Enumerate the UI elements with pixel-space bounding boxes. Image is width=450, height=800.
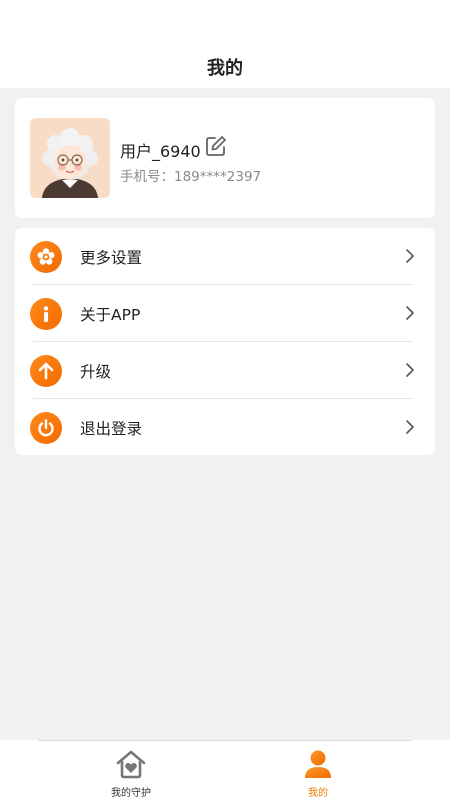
chevron-right-icon [406,420,414,434]
menu-item-about-app[interactable]: 关于APP [15,285,435,342]
info-icon [30,298,62,330]
tab-my-guard[interactable]: 我的守护 [71,746,191,800]
arrow-up-icon [30,355,62,387]
settings-flower-icon [30,241,62,273]
power-icon [30,412,62,444]
menu-item-upgrade[interactable]: 升级 [15,342,435,399]
tab-label: 我的守护 [111,788,151,799]
menu-item-label: 更多设置 [80,249,143,267]
menu-item-label: 关于APP [80,306,141,324]
divider [38,740,412,741]
page-title: 我的 [207,58,243,79]
username: 用户_6940 [120,142,201,161]
person-icon [305,750,331,778]
chevron-right-icon [406,249,414,263]
menu-item-more-settings[interactable]: 更多设置 [15,228,435,285]
top-header: 我的 [0,0,450,88]
menu-item-label: 退出登录 [80,420,143,438]
chevron-right-icon [406,306,414,320]
phone-number: 手机号：189****2397 [120,169,262,185]
bottom-tab-bar: 我的守护 我的 [0,740,450,800]
house-heart-icon [116,750,146,779]
grandma-avatar-icon [30,118,110,198]
edit-icon[interactable] [205,135,227,157]
menu-card: 更多设置 关于APP 升级 退出登录 [15,228,435,455]
menu-item-logout[interactable]: 退出登录 [15,399,435,456]
chevron-right-icon [406,363,414,377]
tab-label: 我的 [308,788,328,799]
profile-card: 用户_6940 手机号：189****2397 [15,98,435,218]
menu-item-label: 升级 [80,363,112,381]
tab-mine[interactable]: 我的 [258,746,378,800]
avatar[interactable] [30,118,110,198]
